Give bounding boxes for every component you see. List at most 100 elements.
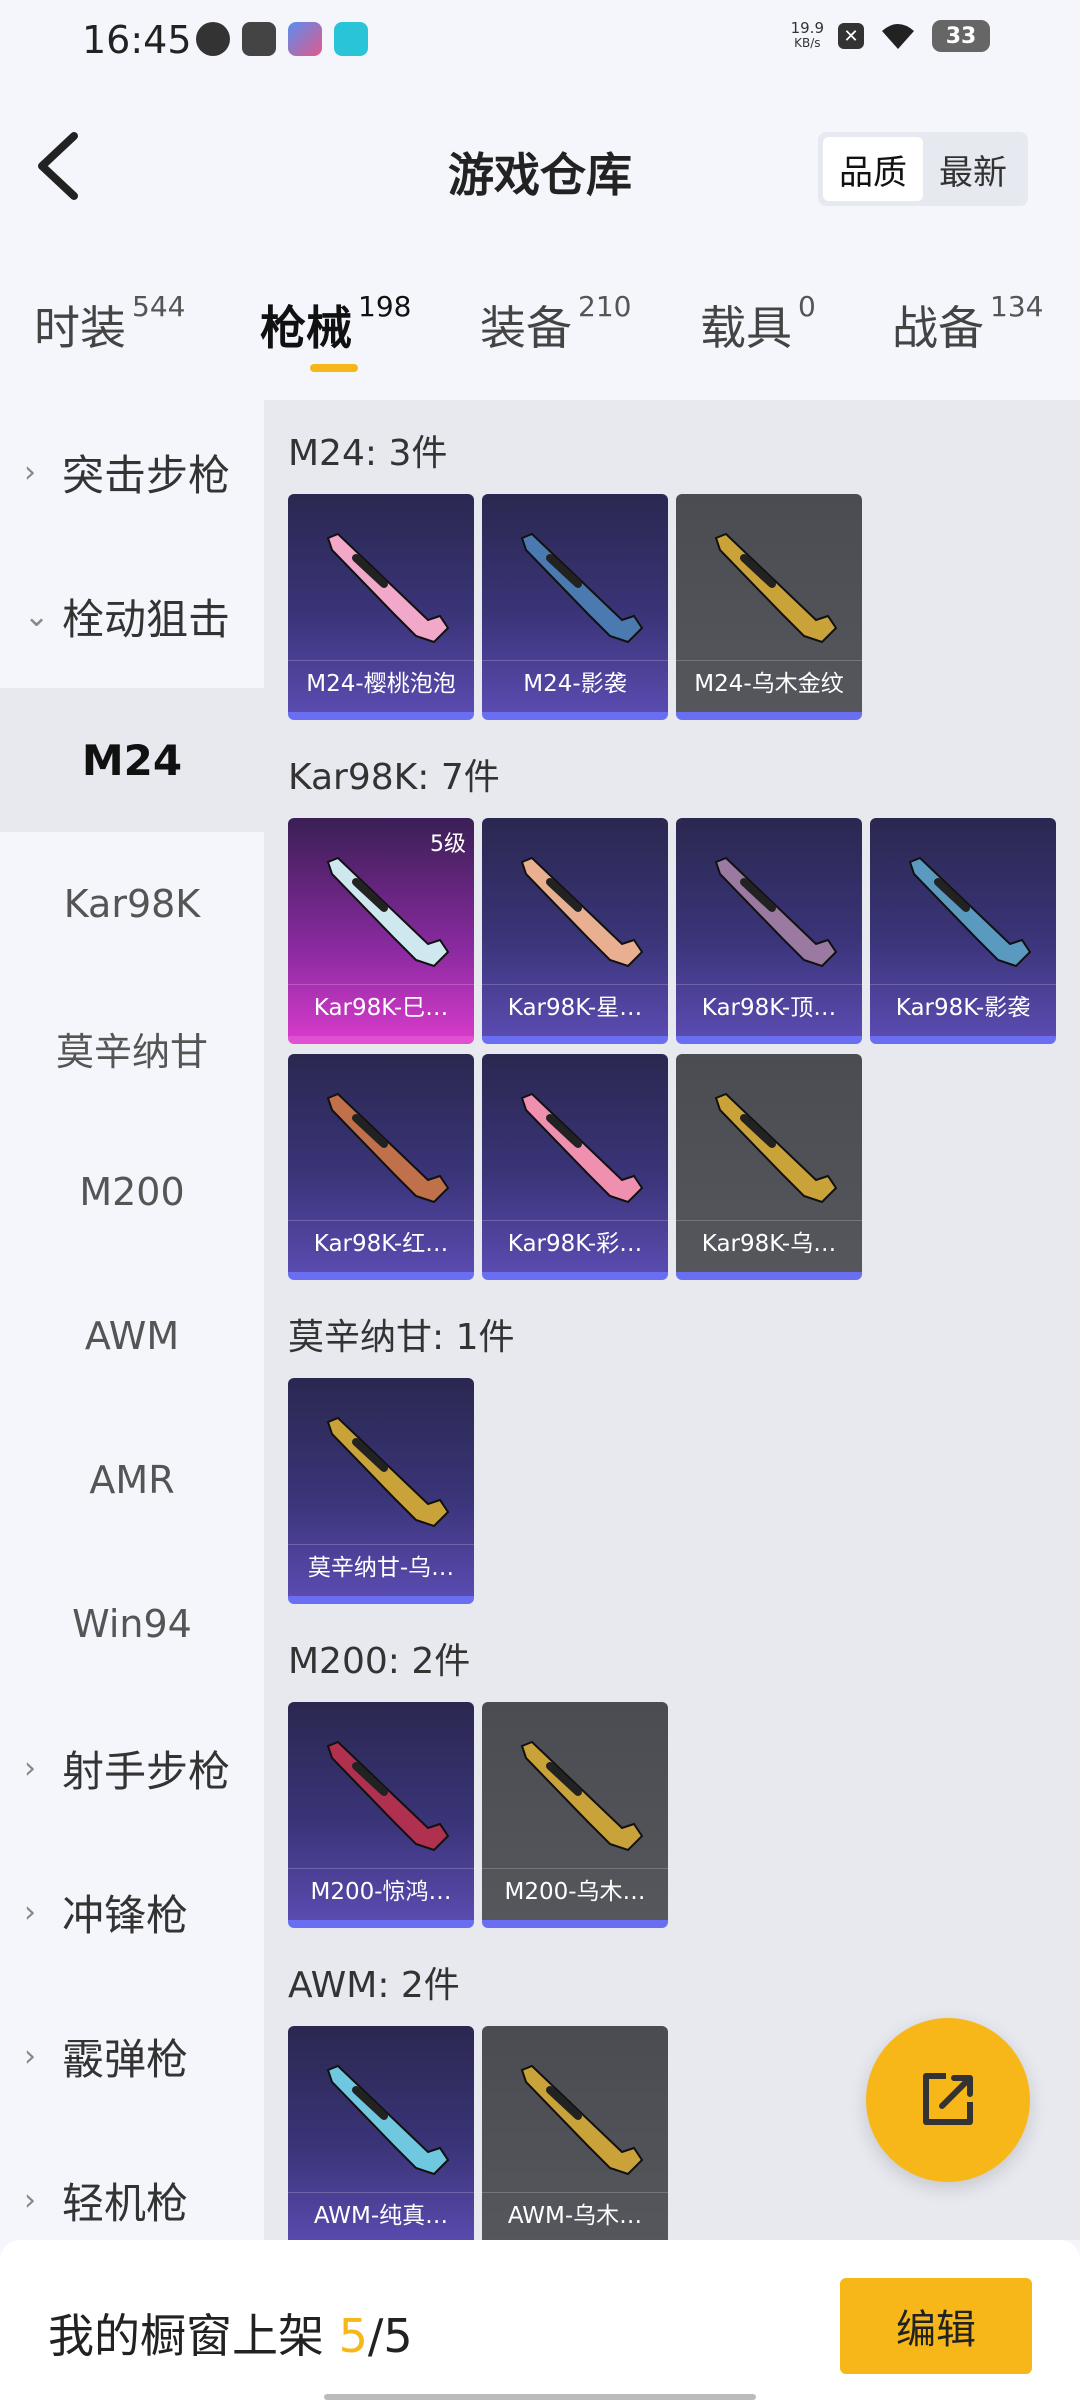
weapon-card[interactable]: 莫辛纳甘-乌… bbox=[288, 1378, 474, 1604]
weapon-skin-image bbox=[326, 856, 450, 968]
sidebar-item-amr[interactable]: AMR bbox=[0, 1408, 264, 1552]
showcase-status: 我的橱窗上架 5/5 bbox=[48, 2300, 413, 2366]
weapon-skin-image bbox=[520, 2064, 644, 2176]
weapon-card-name: AWM-乌木… bbox=[482, 2192, 668, 2238]
battery-icon: 33 bbox=[932, 20, 990, 52]
weapon-category-sidebar: › 突击步枪 ⌄ 栓动狙击 M24 Kar98K 莫辛纳甘 M200 AWM A… bbox=[0, 400, 264, 2240]
weapon-skin-image bbox=[520, 532, 644, 644]
tab-fashion[interactable]: 时装 544 bbox=[34, 290, 185, 358]
weapon-card[interactable]: Kar98K-影袭 bbox=[870, 818, 1056, 1044]
showcase-separator: / bbox=[367, 2309, 384, 2363]
share-icon bbox=[923, 2073, 973, 2125]
app2-notification-icon bbox=[334, 22, 368, 56]
status-app-icons bbox=[196, 22, 368, 56]
section-title-m200: M200: 2件 bbox=[288, 1641, 471, 1682]
weapon-card[interactable]: Kar98K-彩… bbox=[482, 1054, 668, 1280]
weapon-card[interactable]: Kar98K-红… bbox=[288, 1054, 474, 1280]
tab-supplies[interactable]: 战备 134 bbox=[892, 290, 1044, 358]
share-button[interactable] bbox=[866, 2018, 1030, 2182]
showcase-label: 我的橱窗上架 bbox=[48, 2309, 324, 2363]
section-title-m24: M24: 3件 bbox=[288, 433, 448, 474]
weapon-grid: M24: 3件 M24-樱桃泡泡 M24-影袭 M24-乌木金纹 Kar98K:… bbox=[264, 400, 1080, 2240]
weapon-skin-image bbox=[326, 1740, 450, 1852]
sidebar-item-shotgun[interactable]: › 霰弹枪 bbox=[0, 1984, 264, 2128]
bottom-bar: 我的橱窗上架 5/5 编辑 bbox=[0, 2240, 1080, 2408]
sidebar-item-assault-rifle[interactable]: › 突击步枪 bbox=[0, 400, 264, 544]
tab-count: 198 bbox=[358, 290, 412, 323]
weapon-card-name: M24-樱桃泡泡 bbox=[288, 660, 474, 706]
sidebar-item-win94[interactable]: Win94 bbox=[0, 1552, 264, 1696]
weapon-card[interactable]: M24-乌木金纹 bbox=[676, 494, 862, 720]
network-speed-value: 19.9 bbox=[790, 19, 824, 37]
tab-equipment[interactable]: 装备 210 bbox=[480, 290, 631, 358]
weapon-card-name: M24-影袭 bbox=[482, 660, 668, 706]
weapon-skin-image bbox=[714, 532, 838, 644]
weapon-card[interactable]: Kar98K-星… bbox=[482, 818, 668, 1044]
weapon-card[interactable]: M24-樱桃泡泡 bbox=[288, 494, 474, 720]
weapon-card-name: Kar98K-顶… bbox=[676, 984, 862, 1030]
weapon-card-name: 莫辛纳甘-乌… bbox=[288, 1544, 474, 1590]
sidebar-item-marksman-rifle[interactable]: › 射手步枪 bbox=[0, 1696, 264, 1840]
weapon-card[interactable]: Kar98K-乌… bbox=[676, 1054, 862, 1280]
weapon-skin-image bbox=[908, 856, 1032, 968]
sort-by-newest-button[interactable]: 最新 bbox=[923, 137, 1023, 201]
sort-by-quality-button[interactable]: 品质 bbox=[823, 137, 923, 201]
mail-notification-icon bbox=[242, 22, 276, 56]
edit-button[interactable]: 编辑 bbox=[840, 2278, 1032, 2374]
weapon-card-name: Kar98K-红… bbox=[288, 1220, 474, 1266]
game-notification-icon bbox=[288, 22, 322, 56]
weapon-skin-image bbox=[520, 1740, 644, 1852]
section-title-kar98k: Kar98K: 7件 bbox=[288, 757, 500, 798]
chevron-right-icon: › bbox=[24, 1750, 36, 1786]
weapon-card-name: M200-惊鸿… bbox=[288, 1868, 474, 1914]
tab-label: 装备 bbox=[480, 301, 572, 355]
chevron-right-icon: › bbox=[24, 454, 36, 490]
sidebar-item-smg[interactable]: › 冲锋枪 bbox=[0, 1840, 264, 1984]
weapon-card-name: Kar98K-影袭 bbox=[870, 984, 1056, 1030]
tab-count: 0 bbox=[798, 290, 816, 323]
sidebar-item-label: 突击步枪 bbox=[62, 450, 231, 500]
close-notification-icon: ✕ bbox=[838, 23, 864, 49]
sidebar-item-m24[interactable]: M24 bbox=[0, 688, 264, 832]
sidebar-item-bolt-sniper[interactable]: ⌄ 栓动狙击 bbox=[0, 544, 264, 688]
weapon-card-name: Kar98K-乌… bbox=[676, 1220, 862, 1266]
weapon-card-name: Kar98K-星… bbox=[482, 984, 668, 1030]
weapon-skin-image bbox=[326, 1092, 450, 1204]
weapon-skin-image bbox=[714, 1092, 838, 1204]
weapon-card[interactable]: M200-乌木… bbox=[482, 1702, 668, 1928]
weapon-card[interactable]: AWM-纯真… bbox=[288, 2026, 474, 2240]
weapon-card[interactable]: M24-影袭 bbox=[482, 494, 668, 720]
sidebar-item-m200[interactable]: M200 bbox=[0, 1120, 264, 1264]
app-notification-icon bbox=[196, 22, 230, 56]
sidebar-item-label: 栓动狙击 bbox=[62, 594, 231, 644]
header: 游戏仓库 品质 最新 bbox=[0, 84, 1080, 244]
weapon-skin-image bbox=[326, 532, 450, 644]
sidebar-item-kar98k[interactable]: Kar98K bbox=[0, 832, 264, 976]
weapon-skin-image bbox=[326, 1416, 450, 1528]
chevron-right-icon: › bbox=[24, 2038, 36, 2074]
chevron-right-icon: › bbox=[24, 1894, 36, 1930]
tab-label: 时装 bbox=[34, 301, 126, 355]
status-time: 16:45 bbox=[82, 18, 192, 62]
tab-vehicles[interactable]: 载具 0 bbox=[700, 290, 816, 358]
network-speed: 19.9 KB/s bbox=[791, 21, 824, 51]
home-indicator[interactable] bbox=[324, 2394, 756, 2400]
weapon-card[interactable]: AWM-乌木… bbox=[482, 2026, 668, 2240]
weapon-card[interactable]: Kar98K-顶… bbox=[676, 818, 862, 1044]
active-tab-indicator bbox=[310, 364, 358, 372]
sidebar-item-awm[interactable]: AWM bbox=[0, 1264, 264, 1408]
weapon-card[interactable]: 5级 Kar98K-巳… bbox=[288, 818, 474, 1044]
wifi-icon bbox=[882, 24, 914, 49]
sort-toggle[interactable]: 品质 最新 bbox=[818, 132, 1028, 206]
network-speed-unit: KB/s bbox=[794, 36, 821, 50]
weapon-card-name: AWM-纯真… bbox=[288, 2192, 474, 2238]
category-tabs: 时装 544 枪械 198 装备 210 载具 0 战备 134 bbox=[0, 244, 1080, 400]
sidebar-item-mosin[interactable]: 莫辛纳甘 bbox=[0, 976, 264, 1120]
tab-count: 134 bbox=[990, 290, 1044, 323]
weapon-card-name: M200-乌木… bbox=[482, 1868, 668, 1914]
sidebar-item-label: 霰弹枪 bbox=[62, 2034, 189, 2084]
section-title-awm: AWM: 2件 bbox=[288, 1965, 460, 2006]
weapon-card[interactable]: M200-惊鸿… bbox=[288, 1702, 474, 1928]
level-badge: 5级 bbox=[430, 832, 466, 857]
tab-weapons[interactable]: 枪械 198 bbox=[260, 290, 412, 372]
